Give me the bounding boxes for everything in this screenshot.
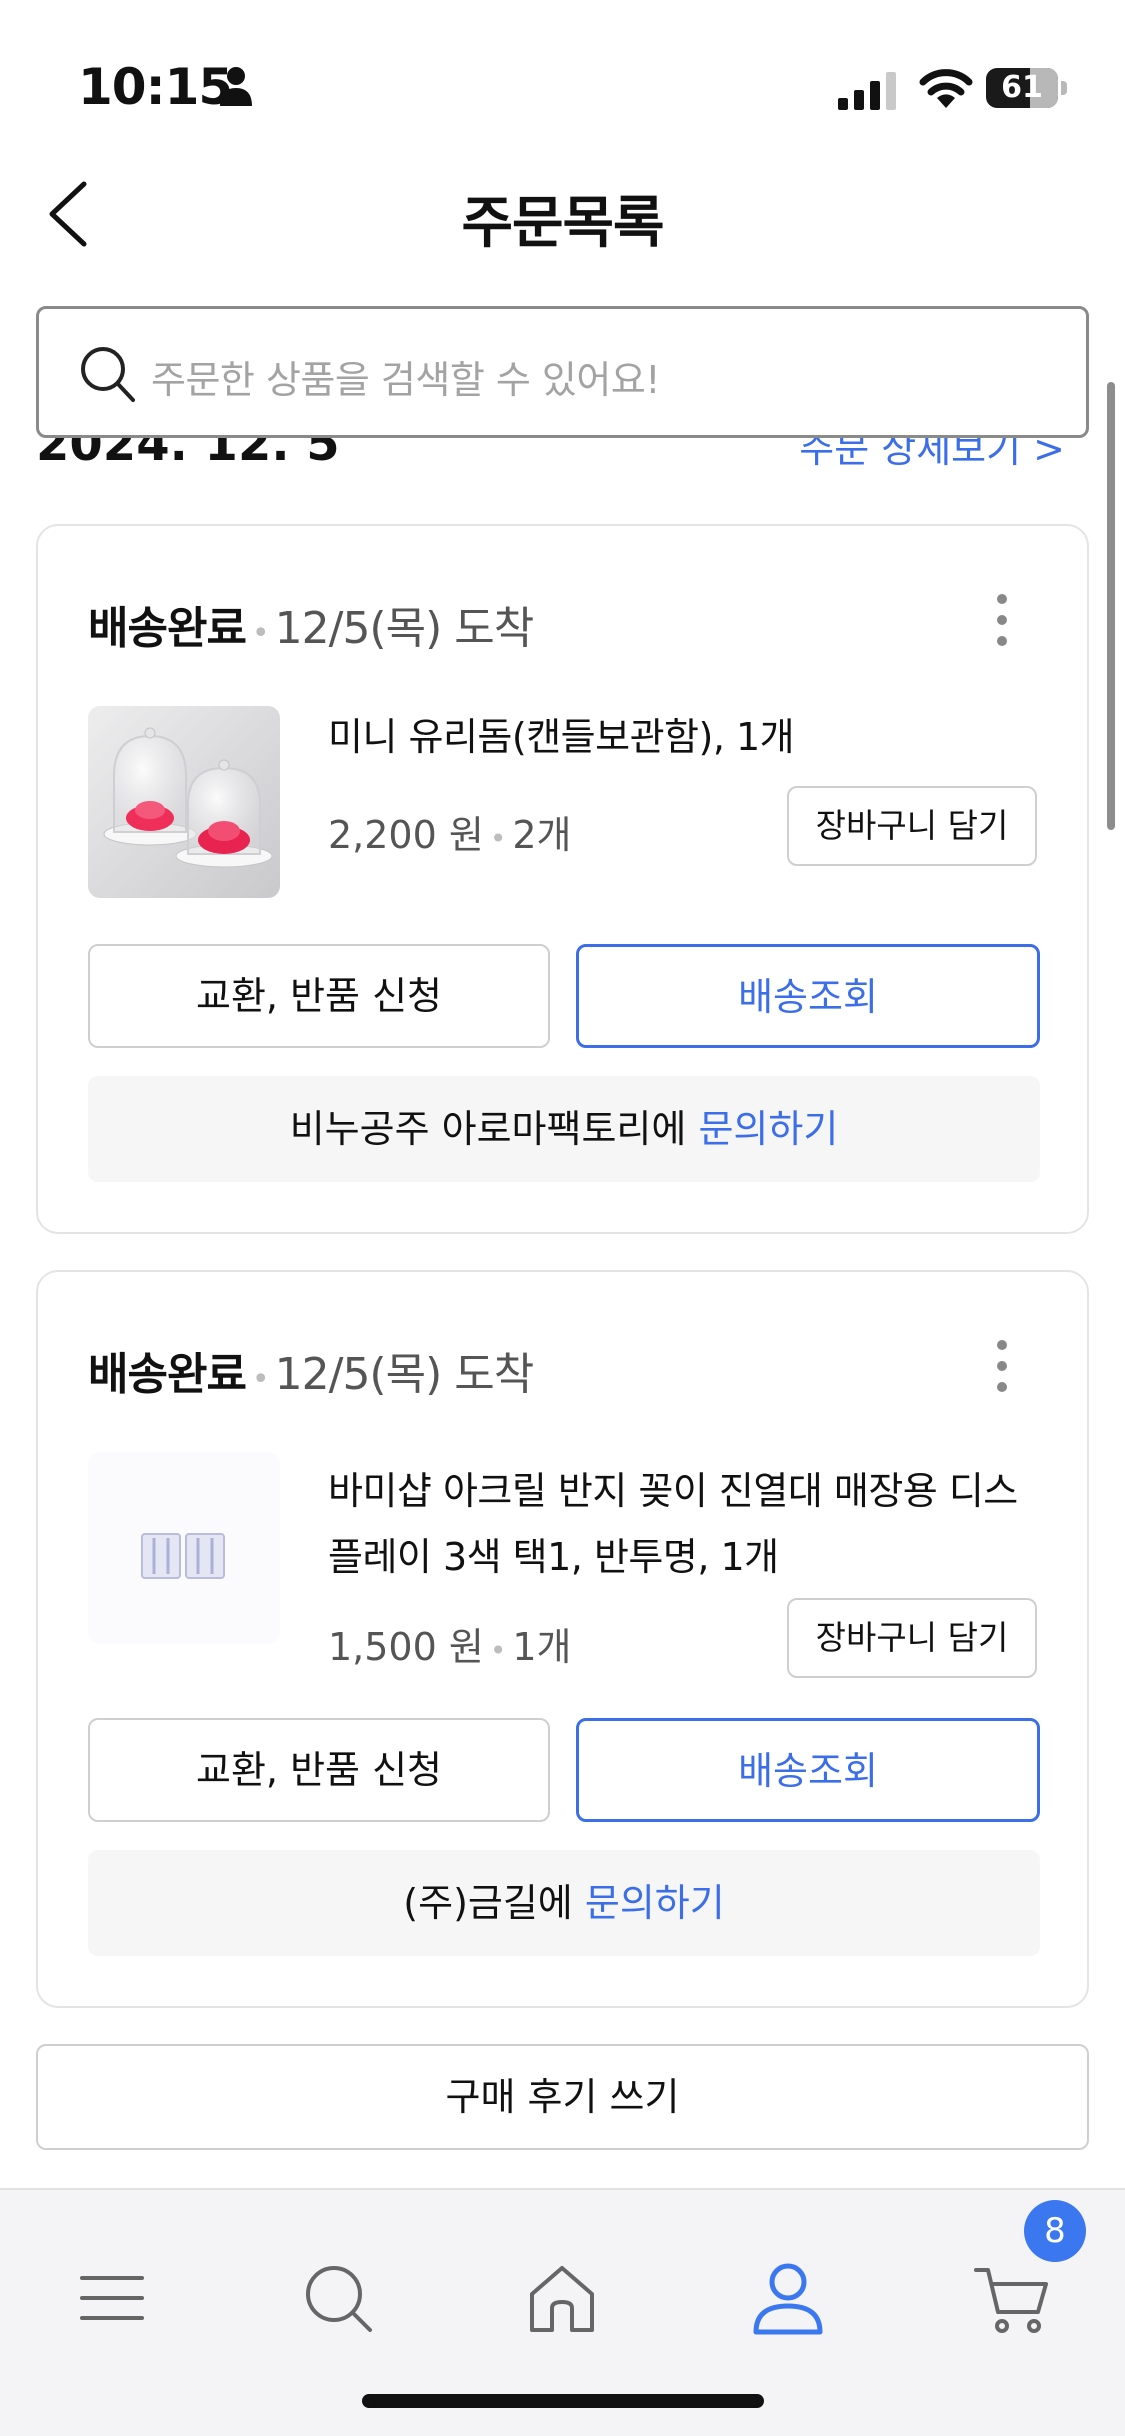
exchange-return-button[interactable]: 교환, 반품 신청 xyxy=(88,944,550,1048)
seller-name: 비누공주 아로마팩토리에 xyxy=(289,1107,687,1151)
home-icon[interactable] xyxy=(522,2258,602,2338)
header: 주문목록 xyxy=(0,150,1125,280)
seller-name: (주)금길에 xyxy=(403,1881,573,1925)
product-image[interactable] xyxy=(88,706,280,898)
delivery-status: 배송완료 xyxy=(88,1349,247,1400)
write-review-button[interactable]: 구매 후기 쓰기 xyxy=(36,2044,1089,2150)
search-icon xyxy=(81,347,135,402)
add-to-cart-button[interactable]: 장바구니 담기 xyxy=(787,1598,1037,1678)
product-name[interactable]: 바미샵 아크릴 반지 꽂이 진열대 매장용 디스플레이 3색 택1, 반투명, … xyxy=(328,1458,1048,1590)
inquiry-link[interactable]: 문의하기 xyxy=(698,1107,838,1151)
search-icon[interactable] xyxy=(298,2258,378,2338)
separator-dot: • xyxy=(251,616,270,651)
arrival-date: 12/5(목) 도착 xyxy=(274,603,535,654)
search-placeholder: 주문한 상품을 검색할 수 있어요! xyxy=(151,358,661,402)
page-title: 주문목록 xyxy=(461,191,664,256)
product-name[interactable]: 미니 유리돔(캔들보관함), 1개 xyxy=(328,704,1048,770)
track-delivery-button[interactable]: 배송조회 xyxy=(576,944,1040,1048)
back-button[interactable] xyxy=(38,174,108,254)
status-bar: 10:15 61 xyxy=(0,0,1125,150)
order-status-line: 배송완료 • 12/5(목) 도착 xyxy=(88,592,535,656)
cellular-signal-icon xyxy=(838,72,896,110)
delivery-status: 배송완료 xyxy=(88,603,247,654)
product-image[interactable] xyxy=(88,1452,280,1644)
menu-icon[interactable] xyxy=(72,2258,152,2338)
order-date: 2024. 12. 5 xyxy=(36,438,340,472)
order-card: 배송완료 • 12/5(목) 도착 바미샵 아크릴 반지 꽂이 진열대 매장용 디스… xyxy=(36,1270,1089,2008)
battery-tip xyxy=(1061,81,1067,95)
arrival-date: 12/5(목) 도착 xyxy=(274,1349,535,1400)
product-quantity: 1개 xyxy=(512,1625,572,1669)
inquiry-link[interactable]: 문의하기 xyxy=(585,1881,725,1925)
add-to-cart-button[interactable]: 장바구니 담기 xyxy=(787,786,1037,866)
battery-icon: 61 xyxy=(986,68,1067,108)
search-input[interactable]: 주문한 상품을 검색할 수 있어요! xyxy=(36,306,1089,438)
wifi-icon xyxy=(919,69,973,108)
product-price: 2,200 원 xyxy=(328,813,484,857)
order-list-screen: 10:15 61 주문목록 주문한 상품을 검색할 수 있어요! 2024. 1… xyxy=(0,0,1125,2436)
date-group-header: 2024. 12. 5 주문 상세보기 > xyxy=(0,438,1125,478)
separator-dot: • xyxy=(489,1634,507,1667)
person-icon xyxy=(220,67,252,106)
seller-inquiry-bar[interactable]: (주)금길에 문의하기 xyxy=(88,1850,1040,1956)
status-time: 10:15 xyxy=(78,58,233,116)
track-delivery-button[interactable]: 배송조회 xyxy=(576,1718,1040,1822)
home-indicator[interactable] xyxy=(362,2394,764,2408)
scrollbar[interactable] xyxy=(1107,382,1115,830)
exchange-return-button[interactable]: 교환, 반품 신청 xyxy=(88,1718,550,1822)
cart-icon[interactable] xyxy=(972,2258,1052,2338)
order-detail-link[interactable]: 주문 상세보기 > xyxy=(799,438,1065,473)
product-price: 1,500 원 xyxy=(328,1625,484,1669)
separator-dot: • xyxy=(489,822,507,855)
product-quantity: 2개 xyxy=(512,813,572,857)
more-options-icon[interactable] xyxy=(987,592,1017,648)
separator-dot: • xyxy=(251,1362,270,1397)
product-price-line: 2,200 원 • 2개 xyxy=(328,804,571,859)
my-page-icon[interactable] xyxy=(748,2258,828,2338)
order-status-line: 배송완료 • 12/5(목) 도착 xyxy=(88,1338,535,1402)
seller-inquiry-bar[interactable]: 비누공주 아로마팩토리에 문의하기 xyxy=(88,1076,1040,1182)
product-price-line: 1,500 원 • 1개 xyxy=(328,1616,571,1671)
more-options-icon[interactable] xyxy=(987,1338,1017,1394)
battery-percentage: 61 xyxy=(1001,70,1043,105)
cart-count-badge: 8 xyxy=(1024,2200,1086,2262)
order-card: 배송완료 • 12/5(목) 도착 미니 유리돔(캔들보관함), 1개 2,20… xyxy=(36,524,1089,1234)
